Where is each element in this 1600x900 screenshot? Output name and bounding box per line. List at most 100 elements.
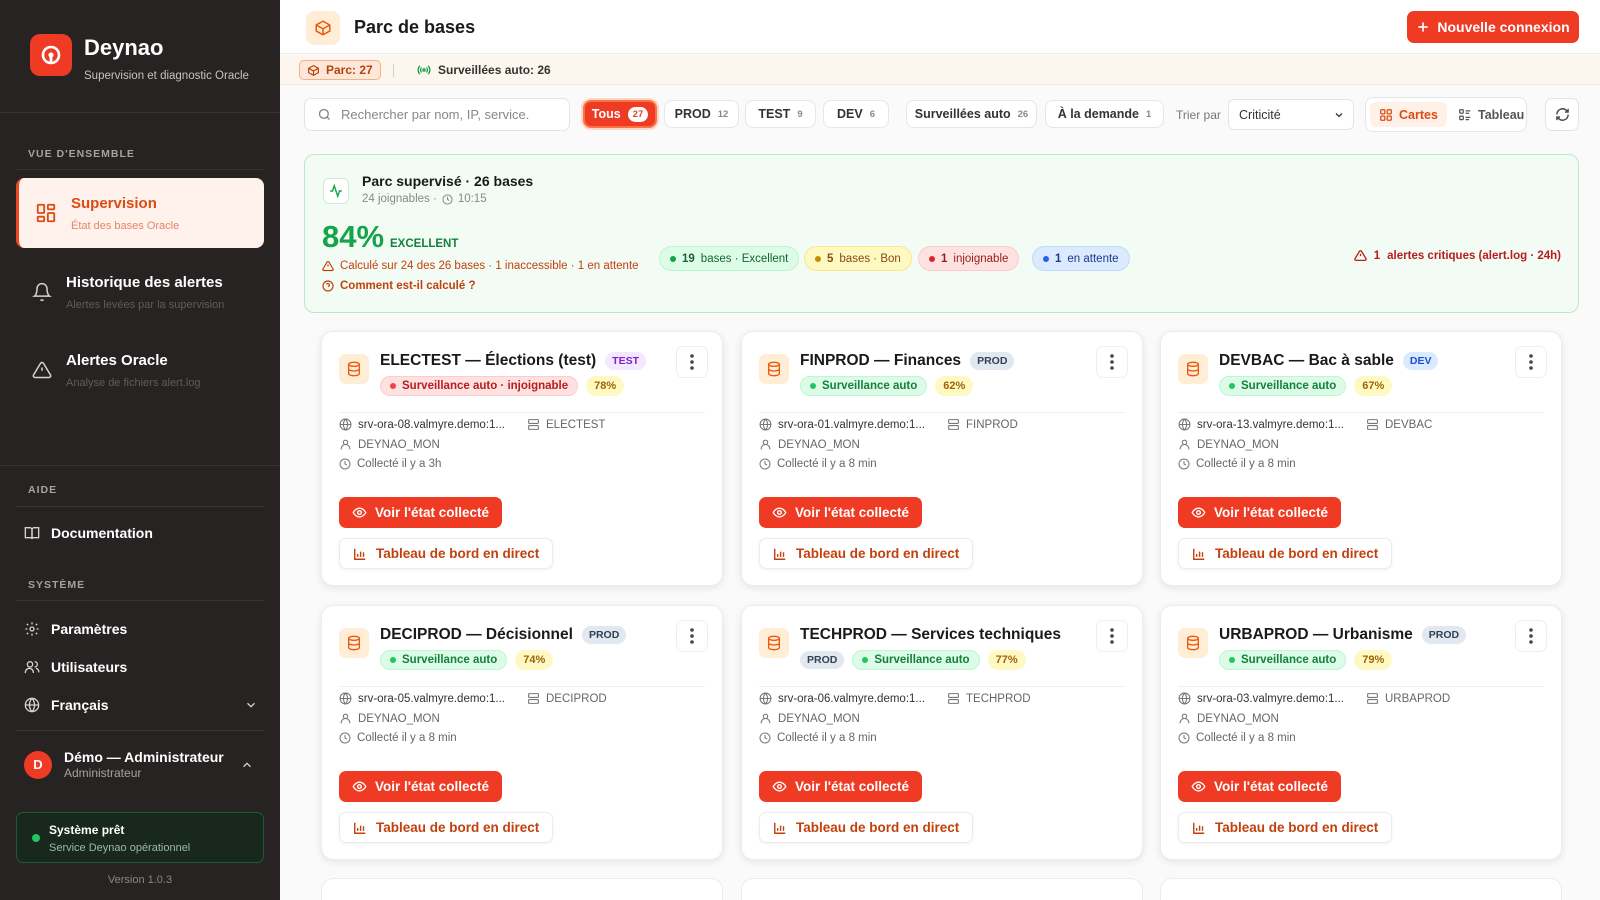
database-card-partial[interactable] [321, 878, 723, 900]
auto-monitored-label: Surveillées auto: 26 [438, 63, 551, 77]
card-menu-button[interactable] [1096, 620, 1128, 652]
database-card-partial[interactable] [741, 878, 1143, 900]
user-info: DEYNAO_MON [759, 712, 860, 725]
language-select[interactable]: Français [24, 697, 264, 713]
filter-prod[interactable]: PROD 12 [664, 100, 739, 128]
database-card[interactable]: ELECTEST — Élections (test) TEST TEST Sur… [321, 331, 723, 586]
excellent-count-pill[interactable]: 19 bases · Excellent [659, 246, 800, 271]
critical-alerts-link[interactable]: 1 alertes critiques (alert.log · 24h) [1353, 249, 1561, 262]
critical-text: alertes critiques (alert.log · 24h) [1387, 249, 1561, 262]
unreachable-count-pill[interactable]: 1 injoignable [918, 246, 1020, 271]
server-icon [527, 418, 540, 431]
pending-count-pill[interactable]: 1 en attente [1032, 246, 1130, 271]
card-menu-button[interactable] [676, 620, 708, 652]
sidebar-item-oracle-alerts[interactable]: Alertes Oracle Analyse de fichiers alert.… [16, 335, 264, 405]
monitoring-label: Surveillance auto · injoignable [402, 380, 569, 392]
version: Version 1.0.3 [107, 874, 173, 886]
filter-test[interactable]: TEST 9 [745, 100, 816, 128]
sidebar-item-users[interactable]: Utilisateurs [24, 659, 264, 675]
status-sub: Service Deynao opérationnel [49, 842, 191, 854]
view-collected-state-button[interactable]: Voir l'état collecté [339, 497, 502, 528]
fleet-health-banner: Parc supervisé · 26 bases 24 joignables … [304, 154, 1579, 313]
filter-count: 27 [627, 106, 649, 122]
view-collected-state-button[interactable]: Voir l'état collecté [759, 771, 922, 802]
sort-select[interactable]: Criticité [1228, 99, 1354, 130]
host-info: srv-ora-06.valmyre.demo:1... [759, 692, 925, 705]
database-card[interactable]: FINPROD — Finances PROD PROD Surveillance… [741, 331, 1143, 586]
filter-all[interactable]: Tous 27 [583, 100, 657, 128]
card-menu-button[interactable] [1515, 346, 1547, 378]
brand[interactable]: Deynao Supervision et diagnostic Oracle [30, 34, 249, 82]
view-collected-state-button[interactable]: Voir l'état collecté [1178, 771, 1341, 802]
search-input[interactable] [341, 107, 561, 122]
live-dashboard-button[interactable]: Tableau de bord en direct [759, 812, 974, 843]
sidebar-item-documentation[interactable]: Documentation [24, 525, 264, 541]
database-card[interactable]: TECHPROD — Services techniques PROD PROD … [741, 605, 1143, 860]
pill-text: en attente [1067, 252, 1119, 265]
live-dashboard-button[interactable]: Tableau de bord en direct [1178, 538, 1393, 569]
env-badge: PROD [1421, 626, 1467, 644]
nav-label: Historique des alertes [66, 273, 223, 291]
db-user: DEYNAO_MON [1197, 438, 1279, 451]
database-card[interactable]: URBAPROD — Urbanisme PROD PROD Surveillan… [1160, 605, 1562, 860]
how-calculated-link[interactable]: Comment est-il calculé ? [322, 280, 475, 292]
database-title: DECIPROD — Décisionnel [380, 626, 573, 643]
search-icon [317, 107, 332, 122]
refresh-button[interactable] [1545, 98, 1579, 131]
database-card[interactable]: DEVBAC — Bac à sable DEV DEV Surveillance… [1160, 331, 1562, 586]
filter-count: 26 [1017, 108, 1029, 120]
view-collected-state-button[interactable]: Voir l'état collecté [1178, 497, 1341, 528]
database-card-partial[interactable] [1160, 878, 1562, 900]
card-menu-button[interactable] [676, 346, 708, 378]
database-title: DEVBAC — Bac à sable [1219, 352, 1394, 369]
nav-label: Supervision [71, 194, 157, 212]
filter-dev[interactable]: DEV 6 [823, 100, 889, 128]
view-cards-button[interactable]: Cartes [1370, 102, 1447, 127]
book-icon [24, 525, 40, 541]
live-dashboard-button[interactable]: Tableau de bord en direct [339, 538, 554, 569]
sidebar-item-supervision[interactable]: Supervision État des bases Oracle [16, 178, 264, 248]
view-table-button[interactable]: Tableau [1449, 102, 1533, 127]
db-user: DEYNAO_MON [778, 712, 860, 725]
auto-monitored-count: Surveillées auto: 26 [417, 63, 551, 77]
globe-icon [24, 697, 40, 713]
server-icon [527, 692, 540, 705]
filter-auto-monitored[interactable]: Surveillées auto 26 [906, 100, 1037, 128]
nav-label: Documentation [51, 525, 153, 541]
user-menu[interactable]: D Démo — Administrateur Administrateur [24, 749, 254, 780]
button-label: Voir l'état collecté [375, 505, 489, 520]
globe-icon [1178, 418, 1191, 431]
database-card[interactable]: DECIPROD — Décisionnel PROD PROD Surveill… [321, 605, 723, 860]
live-dashboard-button[interactable]: Tableau de bord en direct [1178, 812, 1393, 843]
service-name: FINPROD [966, 418, 1018, 431]
view-collected-state-button[interactable]: Voir l'état collecté [339, 771, 502, 802]
sidebar-item-settings[interactable]: Paramètres [24, 621, 264, 637]
status-dot [929, 255, 935, 262]
summary-bar: Parc: 27 Surveillées auto: 26 [280, 55, 1600, 85]
good-count-pill[interactable]: 5 bases · Bon [804, 246, 912, 271]
monitoring-status: Surveillance auto [1219, 650, 1347, 670]
pill-count: 19 [682, 252, 695, 265]
chevron-down-icon [244, 698, 258, 712]
database-title: TECHPROD — Services techniques [800, 626, 1061, 643]
view-collected-state-button[interactable]: Voir l'état collecté [759, 497, 922, 528]
card-menu-button[interactable] [1096, 346, 1128, 378]
sort-label: Trier par [1176, 108, 1221, 122]
clock-icon [1178, 732, 1190, 744]
bar-chart-icon [773, 547, 787, 561]
button-label: Tableau de bord en direct [796, 820, 960, 835]
host-address: srv-ora-03.valmyre.demo:1... [1197, 692, 1344, 705]
section-system: SYSTÈME [28, 579, 86, 591]
live-dashboard-button[interactable]: Tableau de bord en direct [759, 538, 974, 569]
button-label: Tableau de bord en direct [376, 820, 540, 835]
search-box[interactable] [304, 98, 570, 131]
language-label: Français [51, 697, 109, 713]
live-dashboard-button[interactable]: Tableau de bord en direct [339, 812, 554, 843]
card-menu-button[interactable] [1515, 620, 1547, 652]
filter-on-demand[interactable]: À la demande 1 [1045, 100, 1164, 128]
user-icon [759, 438, 772, 451]
monitoring-label: Surveillance auto [402, 654, 498, 666]
bar-chart-icon [353, 821, 367, 835]
sidebar-item-alert-history[interactable]: Historique des alertes Alertes levées par… [16, 257, 264, 327]
new-connection-button[interactable]: Nouvelle connexion [1407, 11, 1579, 43]
